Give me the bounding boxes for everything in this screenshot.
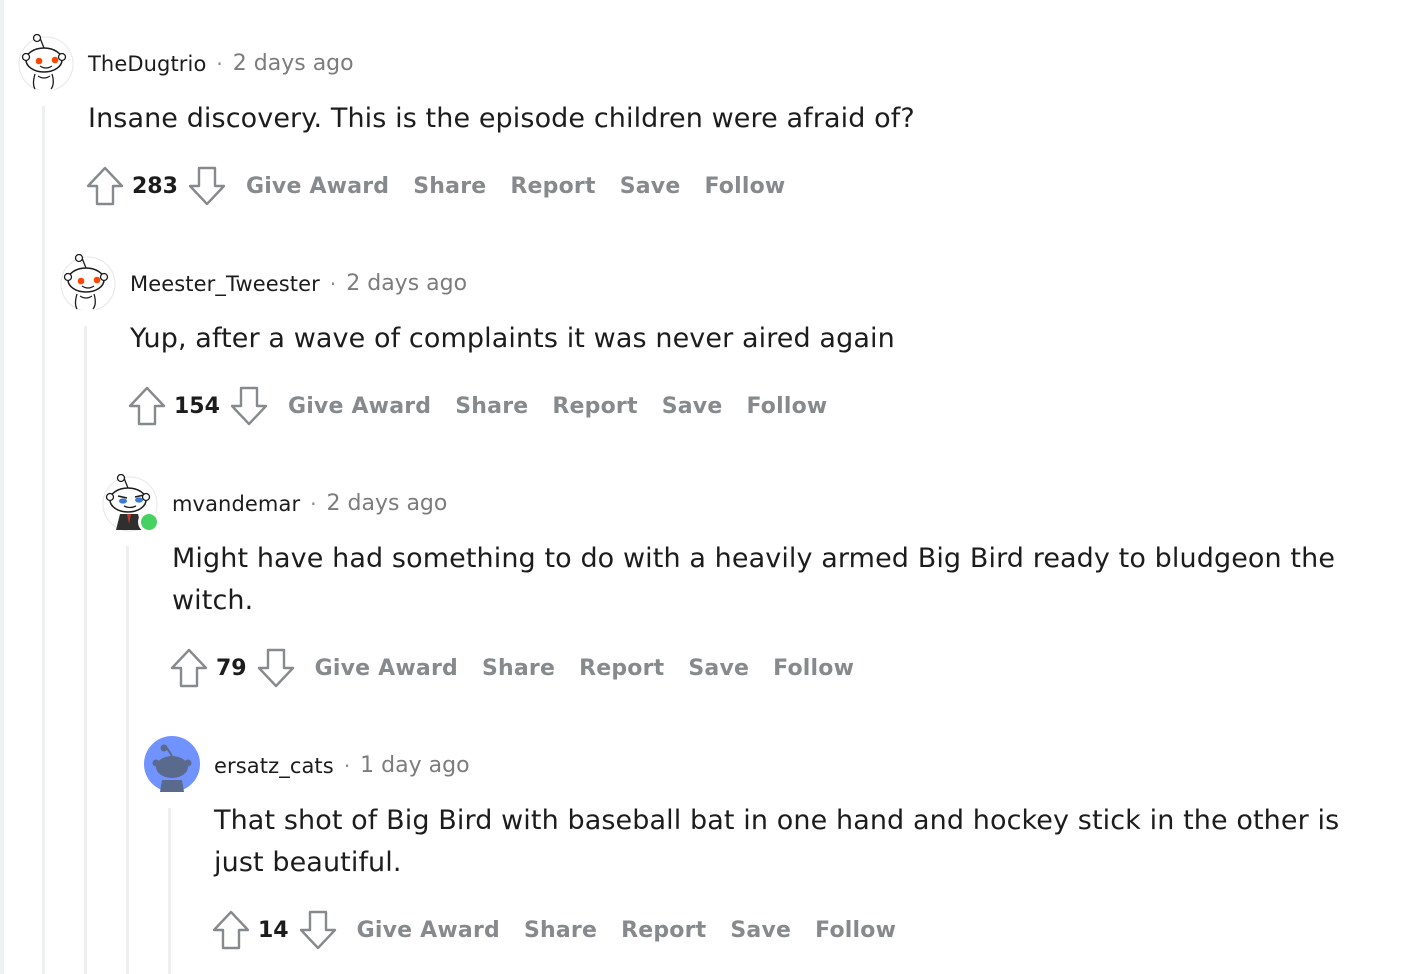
author-name[interactable]: mvandemar <box>172 490 300 518</box>
give-award-button[interactable]: Give Award <box>357 918 500 943</box>
vote-count: 283 <box>132 173 178 199</box>
author-name[interactable]: ersatz_cats <box>214 752 334 780</box>
follow-button[interactable]: Follow <box>704 174 785 199</box>
timestamp[interactable]: 1 day ago <box>360 752 469 780</box>
report-button[interactable]: Report <box>621 918 706 943</box>
avatar-snoo-icon[interactable] <box>144 736 200 792</box>
online-status-icon <box>138 511 160 533</box>
meta-separator: · <box>329 272 337 296</box>
thread-line-2[interactable] <box>84 326 87 974</box>
thread-line-3[interactable] <box>126 546 129 974</box>
follow-button[interactable]: Follow <box>773 656 854 681</box>
author-name[interactable]: Meester_Tweester <box>130 270 320 298</box>
report-button[interactable]: Report <box>510 174 595 199</box>
comment-actions: 14 Give Award Share Report Save Follow <box>210 908 896 952</box>
meta-separator: · <box>310 492 317 516</box>
save-button[interactable]: Save <box>730 918 791 943</box>
comment-body: Might have had something to do with a he… <box>172 543 1336 616</box>
comment-meta: TheDugtrio · 2 days ago <box>88 50 354 78</box>
upvote-icon[interactable] <box>210 908 252 952</box>
upvote-icon[interactable] <box>126 384 168 428</box>
comment-body: Yup, after a wave of complaints it was n… <box>130 323 895 354</box>
comment-meta: ersatz_cats · 1 day ago <box>214 752 470 780</box>
share-button[interactable]: Share <box>524 918 597 943</box>
save-button[interactable]: Save <box>662 394 723 419</box>
comment-meta: mvandemar · 2 days ago <box>172 490 447 518</box>
vote-count: 79 <box>216 655 247 681</box>
vote-count: 154 <box>174 393 220 419</box>
share-button[interactable]: Share <box>455 394 528 419</box>
parent-thread-line[interactable] <box>0 0 4 974</box>
follow-button[interactable]: Follow <box>815 918 896 943</box>
timestamp[interactable]: 2 days ago <box>346 270 467 298</box>
comment-actions: 283 Give Award Share Report Save Follow <box>84 164 785 208</box>
share-button[interactable]: Share <box>413 174 486 199</box>
downvote-icon[interactable] <box>255 646 297 690</box>
comment-actions: 79 Give Award Share Report Save Follow <box>168 646 854 690</box>
share-button[interactable]: Share <box>482 656 555 681</box>
meta-separator: · <box>216 52 223 76</box>
avatar-snoo-icon[interactable] <box>60 253 116 312</box>
follow-button[interactable]: Follow <box>746 394 827 419</box>
author-name[interactable]: TheDugtrio <box>88 50 206 78</box>
comment-meta: Meester_Tweester · 2 days ago <box>130 270 467 298</box>
downvote-icon[interactable] <box>186 164 228 208</box>
comment-body: Insane discovery. This is the episode ch… <box>88 103 915 134</box>
give-award-button[interactable]: Give Award <box>288 394 431 419</box>
report-button[interactable]: Report <box>579 656 664 681</box>
comment-thread: TheDugtrio · 2 days ago Insane discovery… <box>0 0 1402 974</box>
downvote-icon[interactable] <box>228 384 270 428</box>
thread-line-1[interactable] <box>42 106 45 974</box>
comment-body: That shot of Big Bird with baseball bat … <box>214 805 1340 878</box>
comment-actions: 154 Give Award Share Report Save Follow <box>126 384 827 428</box>
timestamp[interactable]: 2 days ago <box>233 50 354 78</box>
thread-line-4[interactable] <box>168 808 171 974</box>
timestamp[interactable]: 2 days ago <box>327 490 448 518</box>
vote-count: 14 <box>258 917 289 943</box>
avatar-snoo-icon[interactable] <box>18 33 74 92</box>
upvote-icon[interactable] <box>168 646 210 690</box>
downvote-icon[interactable] <box>297 908 339 952</box>
give-award-button[interactable]: Give Award <box>246 174 389 199</box>
report-button[interactable]: Report <box>552 394 637 419</box>
meta-separator: · <box>343 754 351 778</box>
save-button[interactable]: Save <box>688 656 749 681</box>
upvote-icon[interactable] <box>84 164 126 208</box>
save-button[interactable]: Save <box>620 174 681 199</box>
give-award-button[interactable]: Give Award <box>315 656 458 681</box>
